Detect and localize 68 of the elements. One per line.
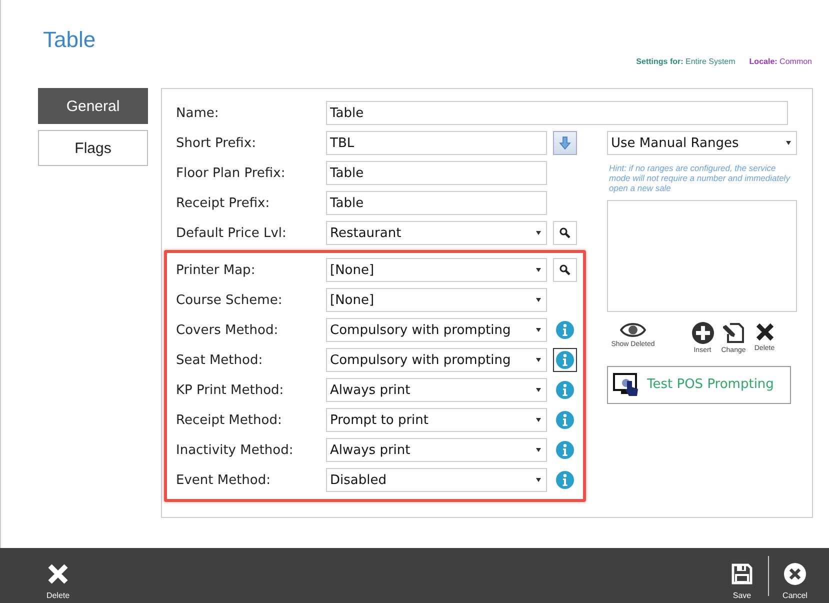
info-icon — [556, 381, 574, 399]
cancel-icon — [784, 563, 806, 585]
field-label: KP Print Method: — [176, 382, 285, 398]
settings-scope: Settings for: Entire System — [636, 57, 736, 66]
tab[interactable]: General — [38, 88, 148, 124]
arrow-button[interactable] — [553, 131, 577, 155]
field-label: Course Scheme: — [176, 292, 284, 308]
hint-text: Hint: if no ranges are configured, the service mode will not require a number and immediately open a new sale — [609, 163, 792, 194]
range-mode-dropdown[interactable]: Use Manual Ranges — [607, 131, 797, 155]
text-field[interactable]: Table — [326, 191, 547, 215]
plus-icon — [692, 322, 714, 344]
cancel-button[interactable]: Cancel — [775, 563, 815, 600]
dropdown[interactable]: Compulsory with prompting — [326, 318, 547, 342]
name-field[interactable]: Table — [326, 101, 788, 125]
dropdown[interactable]: Always print — [326, 438, 547, 462]
caret-icon — [536, 388, 541, 392]
dropdown[interactable]: Compulsory with prompting — [326, 348, 547, 372]
text-field[interactable]: Table — [326, 161, 547, 185]
ranges-list[interactable] — [607, 200, 797, 312]
monitor-touch-icon — [613, 372, 641, 397]
delete-button[interactable]: Delete — [38, 563, 78, 600]
info-icon — [556, 471, 574, 489]
dropdown[interactable]: Prompt to print — [326, 408, 547, 432]
tab[interactable]: Flags — [38, 130, 148, 166]
edit-document-icon — [722, 322, 744, 344]
info-icon — [556, 411, 574, 429]
search-button[interactable] — [553, 258, 577, 282]
field-label: Printer Map: — [176, 262, 256, 278]
search-icon — [559, 264, 571, 276]
field-label: Name: — [176, 106, 220, 120]
text-field[interactable]: TBL — [326, 131, 547, 155]
dropdown[interactable]: [None] — [326, 288, 547, 312]
caret-icon — [536, 268, 541, 272]
info-button[interactable] — [553, 348, 577, 372]
dropdown[interactable]: Disabled — [326, 468, 547, 492]
info-icon — [556, 441, 574, 459]
page-title: Table — [43, 27, 96, 53]
locale-info: Locale: Common — [749, 57, 812, 66]
field-label: Receipt Prefix: — [176, 196, 271, 210]
field-label: Short Prefix: — [176, 136, 257, 150]
search-icon — [559, 227, 571, 239]
caret-icon — [536, 478, 541, 482]
field-label: Default Price Lvl: — [176, 226, 288, 240]
caret-icon — [536, 231, 541, 235]
caret-icon — [536, 328, 541, 332]
field-label: Covers Method: — [176, 322, 280, 338]
caret-icon — [536, 418, 541, 422]
caret-icon — [786, 141, 791, 145]
info-icon — [556, 351, 574, 369]
dropdown[interactable]: Restaurant — [326, 221, 547, 245]
delete-icon — [47, 563, 69, 585]
eye-icon — [620, 322, 646, 338]
dropdown[interactable]: Always print — [326, 378, 547, 402]
field-label: Seat Method: — [176, 352, 264, 368]
caret-icon — [536, 298, 541, 302]
delete-icon — [754, 322, 774, 342]
save-icon — [731, 563, 753, 585]
info-icon — [556, 321, 574, 339]
caret-icon — [536, 358, 541, 362]
caret-icon — [536, 448, 541, 452]
field-label: Floor Plan Prefix: — [176, 166, 286, 180]
field-label: Receipt Method: — [176, 412, 283, 428]
field-label: Inactivity Method: — [176, 442, 294, 458]
dropdown[interactable]: [None] — [326, 258, 547, 282]
down-arrow-icon — [559, 136, 571, 150]
search-button[interactable] — [553, 221, 577, 245]
field-label: Event Method: — [176, 472, 272, 488]
save-button[interactable]: Save — [722, 563, 762, 600]
